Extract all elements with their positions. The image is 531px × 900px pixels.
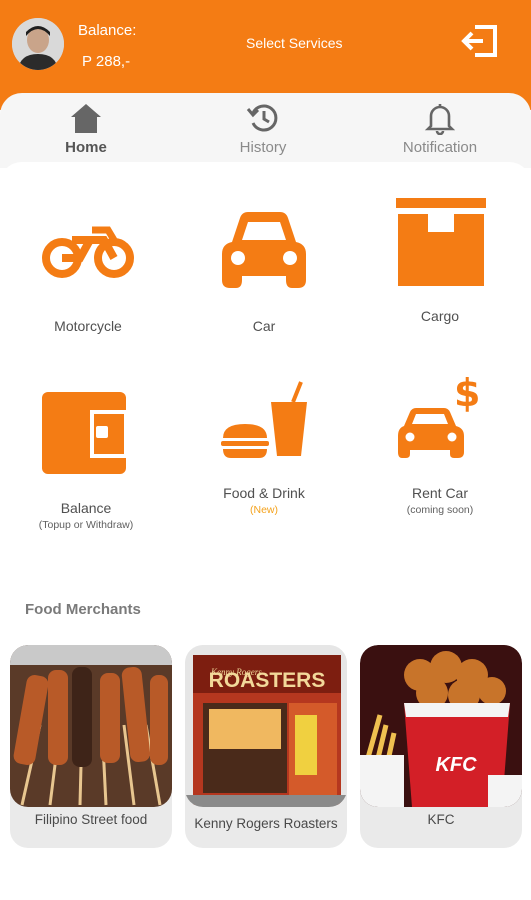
- page-title: Select Services: [246, 35, 343, 51]
- balance-value: P 288,-: [82, 53, 131, 70]
- tab-home[interactable]: Home: [21, 93, 151, 168]
- rent-car-icon: $: [396, 371, 488, 464]
- tab-bar: Home History Notification: [0, 93, 531, 168]
- wallet-icon: [42, 390, 130, 476]
- service-sublabel-new: (New): [250, 504, 278, 516]
- service-motorcycle[interactable]: Motorcycle: [0, 200, 175, 340]
- kfc-logo: KFC: [435, 754, 477, 776]
- tab-label: Home: [65, 139, 107, 156]
- food-drink-icon: [219, 380, 311, 460]
- service-label: Food & Drink: [223, 485, 305, 501]
- merchant-name: KFC: [427, 812, 455, 827]
- car-icon: [218, 210, 310, 292]
- balance-label: Balance:: [78, 22, 137, 39]
- service-label: Motorcycle: [54, 318, 122, 334]
- service-sublabel: (Topup or Withdraw): [38, 519, 134, 531]
- service-balance[interactable]: Balance (Topup or Withdraw): [0, 380, 175, 540]
- storefront-sign-script: Kenny Rogers: [210, 667, 262, 677]
- merchant-card-kfc[interactable]: KFC KFC: [360, 645, 522, 848]
- bell-icon: [422, 101, 458, 136]
- tab-history[interactable]: History: [198, 93, 328, 168]
- home-icon: [68, 101, 104, 135]
- service-label: Car: [252, 318, 276, 334]
- tab-label: History: [239, 139, 287, 156]
- logout-icon[interactable]: [461, 24, 499, 58]
- service-sublabel: (coming soon): [406, 504, 474, 516]
- service-food-drink[interactable]: Food & Drink (New): [175, 380, 350, 540]
- kfc-bucket-image: KFC: [360, 645, 522, 807]
- service-cargo[interactable]: Cargo: [350, 190, 531, 330]
- cargo-box-icon: [396, 198, 486, 288]
- tab-notification[interactable]: Notification: [375, 93, 505, 168]
- avatar[interactable]: [12, 18, 64, 70]
- tab-label: Notification: [402, 139, 478, 156]
- kenny-rogers-storefront-image: ROASTERS Kenny Rogers: [185, 645, 347, 807]
- motorcycle-icon: [42, 222, 134, 282]
- merchant-name: Filipino Street food: [34, 812, 148, 827]
- service-rent-car[interactable]: $ Rent Car (coming soon): [350, 371, 531, 542]
- service-label: Rent Car: [411, 485, 469, 501]
- section-title: Food Merchants: [25, 601, 141, 618]
- service-car[interactable]: Car: [175, 200, 350, 340]
- merchant-name: Kenny Rogers Roasters: [194, 816, 338, 831]
- merchant-card-street-food[interactable]: Filipino Street food: [10, 645, 172, 848]
- street-food-skewers-image: [10, 645, 172, 807]
- svg-text:$: $: [454, 374, 480, 415]
- merchant-card-kenny-rogers[interactable]: ROASTERS Kenny Rogers Kenny Rogers Roast…: [185, 645, 347, 848]
- service-label: Cargo: [420, 308, 460, 324]
- service-label: Balance: [60, 500, 112, 516]
- history-icon: [245, 101, 281, 135]
